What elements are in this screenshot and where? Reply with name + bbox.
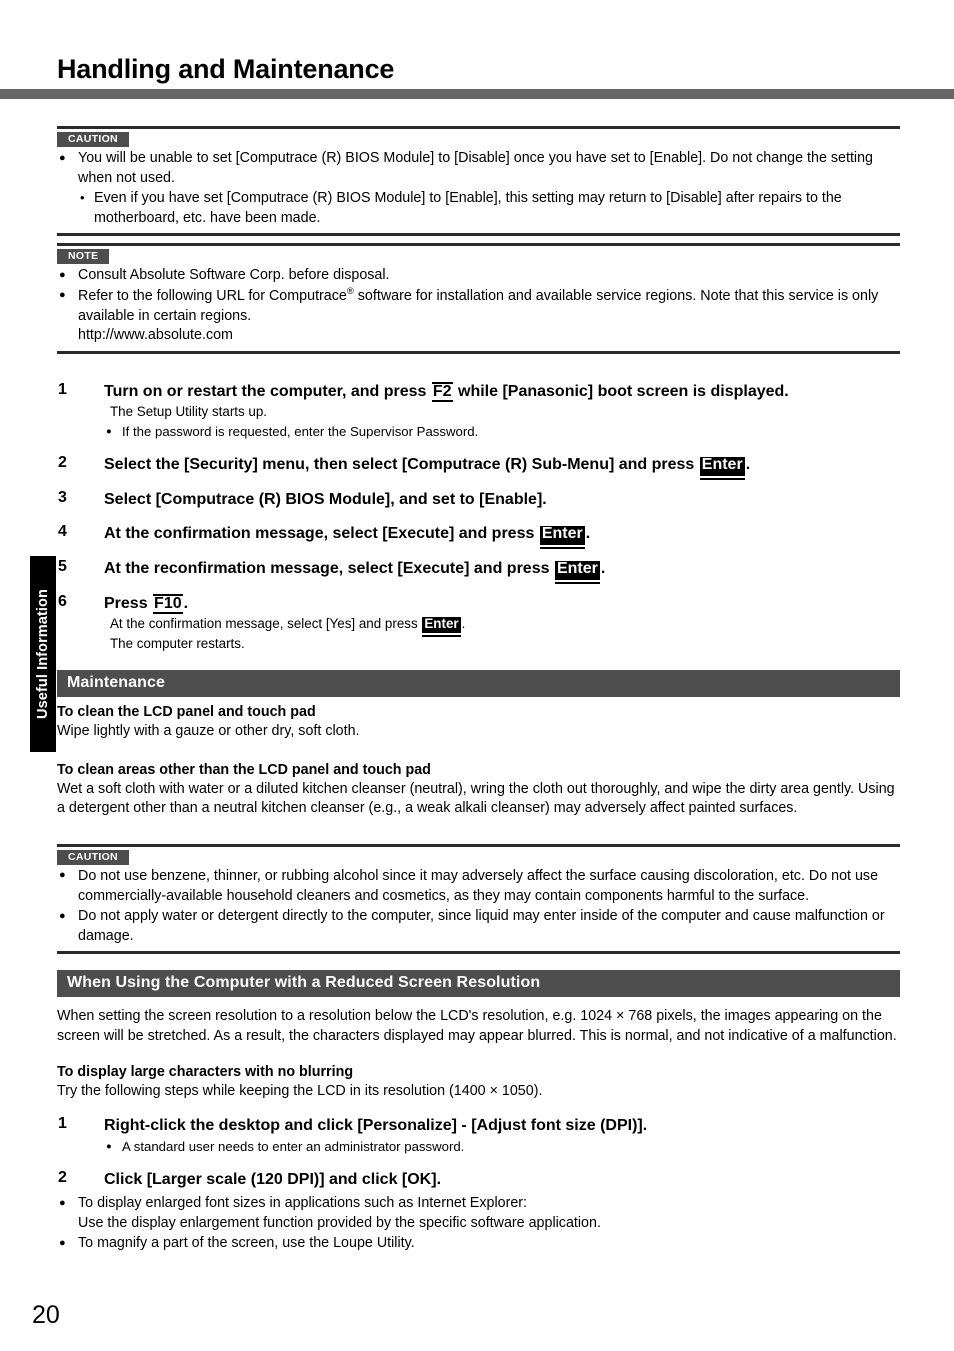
note-text-pre: Refer to the following URL for Computrac… (78, 287, 347, 304)
reduced-resolution-sub-body: Try the following steps while keeping th… (57, 1083, 543, 1100)
list-item: You will be unable to set [Computrace (R… (57, 148, 900, 188)
step-5: 5 At the reconfirmation message, select … (57, 558, 900, 580)
step-number: 1 (58, 1115, 67, 1133)
list-item: Do not use benzene, thinner, or rubbing … (57, 866, 900, 906)
step-subtext-post: . (461, 616, 466, 632)
reduced-resolution-tail-bullets: To display enlarged font sizes in applic… (57, 1194, 900, 1254)
key-f10: F10 (153, 593, 183, 614)
side-tab-label: Useful Information (35, 589, 51, 719)
caution-body-1: You will be unable to set [Computrace (R… (57, 147, 900, 233)
step-text: Right-click the desktop and click [Perso… (104, 1117, 648, 1135)
caution-bullet-list-1: You will be unable to set [Computrace (R… (57, 148, 900, 188)
note-badge: NOTE (57, 249, 110, 265)
step-6: 6 Press F10. At the confirmation message… (57, 593, 900, 654)
page-number: 20 (32, 1301, 60, 1329)
step-text-pre: At the reconfirmation message, select [E… (104, 559, 554, 577)
step-subtext: The Setup Utility starts up. (110, 404, 268, 420)
note-bullet-list: Consult Absolute Software Corp. before d… (57, 266, 900, 345)
caution-rule-top (57, 126, 900, 129)
maintenance-sub-head-2: To clean areas other than the LCD panel … (57, 761, 431, 778)
caution-rule-bottom-2 (57, 951, 900, 955)
caution-subbullet-list-1: Even if you have set [Computrace (R) BIO… (57, 188, 900, 228)
step-text-pre: Turn on or restart the computer, and pre… (104, 382, 431, 400)
page-content: CAUTION You will be unable to set [Compu… (57, 0, 900, 1254)
step-text-pre: Select the [Security] menu, then select … (104, 455, 699, 473)
list-item: Refer to the following URL for Computrac… (57, 285, 900, 346)
list-item: If the password is requested, enter the … (104, 423, 900, 441)
caution-body-2: Do not use benzene, thinner, or rubbing … (57, 865, 900, 951)
step-text-post: . (745, 455, 751, 473)
list-item: Consult Absolute Software Corp. before d… (57, 266, 900, 286)
list-item: Even if you have set [Computrace (R) BIO… (78, 188, 900, 228)
reduced-resolution-body: When setting the screen resolution to a … (57, 1008, 897, 1044)
caution-block-1: CAUTION You will be unable to set [Compu… (57, 126, 900, 237)
key-enter: Enter (539, 525, 585, 545)
step-text: At the confirmation message, select [Exe… (104, 523, 900, 545)
caution-bullet-list-2: Do not use benzene, thinner, or rubbing … (57, 866, 900, 946)
step-number: 2 (58, 1168, 67, 1186)
reduced-resolution-sub-head: To display large characters with no blur… (57, 1064, 354, 1081)
dpi-step-2: 2 Click [Larger scale (120 DPI)] and cli… (57, 1169, 900, 1191)
note-body: Consult Absolute Software Corp. before d… (57, 264, 900, 350)
section-header-reduced-resolution: When Using the Computer with a Reduced S… (57, 970, 900, 998)
step-3: 3 Select [Computrace (R) BIOS Module], a… (57, 489, 900, 511)
step-number: 6 (58, 592, 67, 610)
step-number: 5 (58, 557, 67, 575)
section-header-maintenance: Maintenance (57, 670, 900, 698)
key-enter: Enter (699, 456, 745, 476)
key-f2: F2 (431, 381, 453, 402)
note-url: http://www.absolute.com (78, 327, 233, 344)
maintenance-sub-body-1: Wipe lightly with a gauze or other dry, … (57, 723, 360, 740)
step-4: 4 At the confirmation message, select [E… (57, 523, 900, 545)
note-rule-bottom (57, 350, 900, 354)
tail-bullet-text: To display enlarged font sizes in applic… (78, 1195, 528, 1212)
maintenance-sub-body-2: Wet a soft cloth with water or a diluted… (57, 780, 895, 817)
step-text: Select [Computrace (R) BIOS Module], and… (104, 490, 547, 508)
step-2: 2 Select the [Security] menu, then selec… (57, 454, 900, 476)
step-sub-bullets: A standard user needs to enter an admini… (104, 1138, 900, 1156)
step-1: 1 Turn on or restart the computer, and p… (57, 381, 900, 441)
caution-block-2: CAUTION Do not use benzene, thinner, or … (57, 843, 900, 955)
registered-icon: ® (346, 285, 354, 297)
step-text: At the reconfirmation message, select [E… (104, 558, 900, 580)
step-number: 3 (58, 488, 67, 506)
step-subtext-2: The computer restarts. (110, 635, 245, 651)
step-text-post: while [Panasonic] boot screen is display… (453, 382, 789, 400)
dpi-step-1: 1 Right-click the desktop and click [Per… (57, 1115, 900, 1156)
note-block-1: NOTE Consult Absolute Software Corp. bef… (57, 243, 900, 354)
step-number: 2 (58, 453, 67, 471)
maintenance-sub-head-1: To clean the LCD panel and touch pad (57, 704, 316, 721)
step-text: Press F10. (104, 593, 900, 615)
list-item: To display enlarged font sizes in applic… (57, 1194, 900, 1233)
step-text: Click [Larger scale (120 DPI)] and click… (104, 1170, 442, 1188)
caution-rule-bottom (57, 233, 900, 237)
bios-steps: 1 Turn on or restart the computer, and p… (57, 381, 900, 653)
key-enter: Enter (554, 560, 600, 580)
list-item: To magnify a part of the screen, use the… (57, 1234, 900, 1254)
step-text-pre: At the confirmation message, select [Exe… (104, 525, 539, 543)
step-text-post: . (600, 559, 606, 577)
tail-bullet-continuation: Use the display enlargement function pro… (78, 1214, 601, 1231)
caution-rule-top-2 (57, 843, 900, 847)
side-tab-useful-information: Useful Information (30, 556, 56, 752)
step-number: 1 (58, 380, 67, 398)
caution-badge-2: CAUTION (57, 849, 129, 865)
step-subtext: At the confirmation message, select [Yes… (104, 615, 900, 634)
step-sub-bullets: If the password is requested, enter the … (104, 423, 900, 441)
step-number: 4 (58, 523, 67, 541)
list-item: Do not apply water or detergent directly… (57, 907, 900, 946)
note-rule-top (57, 243, 900, 247)
step-text-pre: Press (104, 594, 153, 612)
step-text: Turn on or restart the computer, and pre… (104, 381, 900, 403)
step-text-post: . (183, 594, 189, 612)
step-text-post: . (585, 525, 591, 543)
step-subtext-pre: At the confirmation message, select [Yes… (110, 616, 422, 632)
step-text: Select the [Security] menu, then select … (104, 454, 900, 476)
caution-badge: CAUTION (57, 132, 129, 147)
list-item: A standard user needs to enter an admini… (104, 1138, 900, 1156)
key-enter: Enter (422, 617, 461, 634)
